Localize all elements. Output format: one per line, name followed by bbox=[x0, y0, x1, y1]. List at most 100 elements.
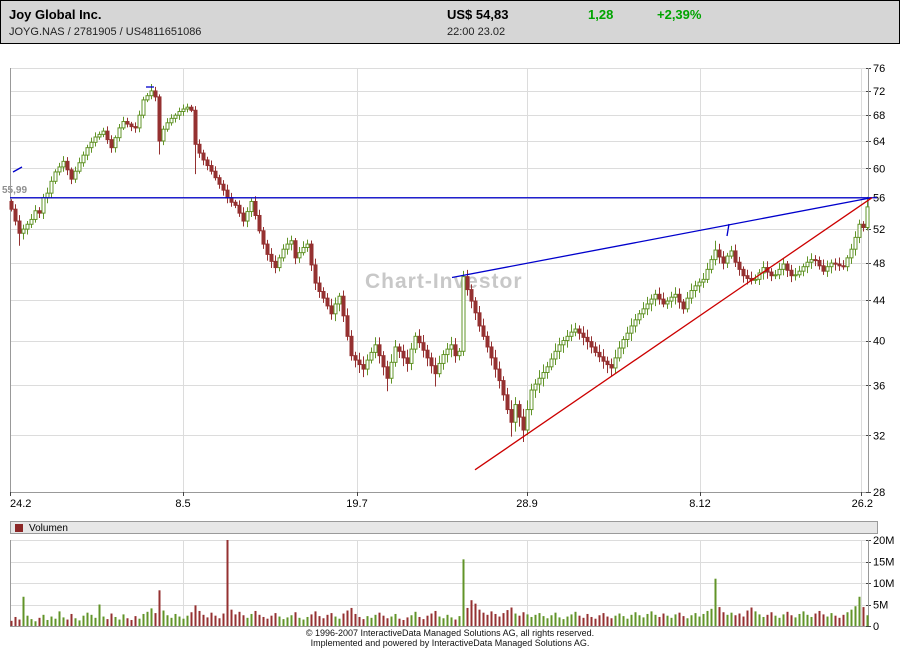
volume-bar bbox=[611, 618, 613, 626]
candle-body bbox=[782, 264, 785, 269]
candle-body bbox=[666, 301, 669, 304]
candle-body bbox=[458, 351, 461, 355]
volume-bar bbox=[463, 559, 465, 626]
volume-bar bbox=[311, 614, 313, 626]
volume-bar bbox=[355, 614, 357, 626]
volume-bar bbox=[735, 615, 737, 626]
candle-body bbox=[450, 345, 453, 349]
volume-bar bbox=[291, 615, 293, 626]
price-axis-label: 76 bbox=[873, 63, 885, 75]
candle-body bbox=[58, 167, 61, 172]
volume-bar bbox=[523, 612, 525, 626]
candle-body bbox=[634, 320, 637, 326]
candle-body bbox=[862, 224, 865, 227]
candle-body bbox=[718, 250, 721, 257]
candle-body bbox=[22, 229, 25, 233]
volume-bar bbox=[623, 616, 625, 626]
price-axis-label: 44 bbox=[873, 295, 885, 307]
volume-bar bbox=[503, 613, 505, 626]
candle-body bbox=[810, 260, 813, 263]
volume-bar bbox=[63, 617, 65, 626]
volume-bar bbox=[699, 617, 701, 626]
candle-body bbox=[566, 336, 569, 340]
candle-body bbox=[610, 365, 613, 368]
volume-bar bbox=[391, 617, 393, 626]
volume-bar bbox=[555, 613, 557, 626]
candle-body bbox=[734, 251, 737, 262]
volume-bar bbox=[731, 613, 733, 626]
volume-bar bbox=[263, 617, 265, 626]
candle-body bbox=[714, 250, 717, 260]
volume-bar bbox=[195, 605, 197, 626]
candle-body bbox=[702, 279, 705, 282]
candle-body bbox=[78, 163, 81, 171]
candle-body bbox=[402, 351, 405, 358]
candle-body bbox=[166, 123, 169, 129]
volume-bar bbox=[495, 614, 497, 626]
candle-body bbox=[690, 291, 693, 299]
price-axis-label: 48 bbox=[873, 258, 885, 270]
candle-body bbox=[258, 215, 261, 230]
volume-bar bbox=[595, 619, 597, 626]
volume-bar bbox=[655, 615, 657, 626]
candle-body bbox=[74, 171, 77, 179]
copyright-line-1: © 1996-2007 InteractiveData Managed Solu… bbox=[0, 628, 900, 638]
volume-bar bbox=[243, 615, 245, 626]
candle-body bbox=[110, 140, 113, 148]
candle-body bbox=[658, 294, 661, 299]
volume-bar bbox=[79, 620, 81, 626]
candle-body bbox=[50, 181, 53, 193]
volume-bar bbox=[187, 616, 189, 626]
candle-body bbox=[42, 198, 45, 213]
volume-bar bbox=[83, 616, 85, 626]
volume-bar bbox=[199, 611, 201, 626]
volume-bar bbox=[859, 597, 861, 626]
candle-body bbox=[182, 109, 185, 111]
candle-body bbox=[570, 332, 573, 336]
volume-bar bbox=[619, 614, 621, 626]
volume-bar bbox=[763, 617, 765, 626]
x-axis-label: 28.9 bbox=[516, 498, 537, 510]
volume-bar bbox=[711, 609, 713, 626]
volume-bar bbox=[783, 614, 785, 626]
volume-bar bbox=[759, 614, 761, 626]
volume-bar bbox=[827, 617, 829, 626]
volume-bar bbox=[459, 616, 461, 626]
volume-bar bbox=[143, 614, 145, 626]
candle-body bbox=[654, 294, 657, 299]
volume-bar bbox=[163, 611, 165, 626]
volume-bar bbox=[239, 612, 241, 626]
candle-body bbox=[698, 282, 701, 286]
candle-body bbox=[582, 333, 585, 337]
candle-body bbox=[214, 171, 217, 177]
candle-body bbox=[502, 381, 505, 395]
volume-bar bbox=[587, 614, 589, 626]
candle-body bbox=[442, 355, 445, 364]
candle-body bbox=[598, 352, 601, 356]
price-axis-label: 72 bbox=[873, 86, 885, 98]
volume-bar bbox=[119, 620, 121, 626]
candle-body bbox=[722, 257, 725, 263]
volume-bar bbox=[831, 613, 833, 626]
candle-body bbox=[210, 166, 213, 172]
volume-bar bbox=[843, 615, 845, 626]
volume-bar bbox=[715, 579, 717, 626]
volume-bar bbox=[839, 618, 841, 626]
volume-bar bbox=[707, 611, 709, 626]
candle-body bbox=[302, 247, 305, 252]
candle-body bbox=[790, 270, 793, 275]
volume-bar bbox=[679, 613, 681, 626]
candle-body bbox=[334, 304, 337, 314]
candle-body bbox=[738, 262, 741, 269]
candle-body bbox=[394, 347, 397, 362]
candle-body bbox=[218, 178, 221, 185]
candle-body bbox=[278, 258, 281, 268]
candle-body bbox=[422, 343, 425, 351]
candle-body bbox=[86, 148, 89, 155]
volume-bar bbox=[59, 611, 61, 626]
candle-body bbox=[778, 269, 781, 274]
volume-bar bbox=[367, 616, 369, 626]
volume-bar bbox=[455, 620, 457, 626]
candle-body bbox=[222, 184, 225, 190]
candle-body bbox=[382, 356, 385, 367]
